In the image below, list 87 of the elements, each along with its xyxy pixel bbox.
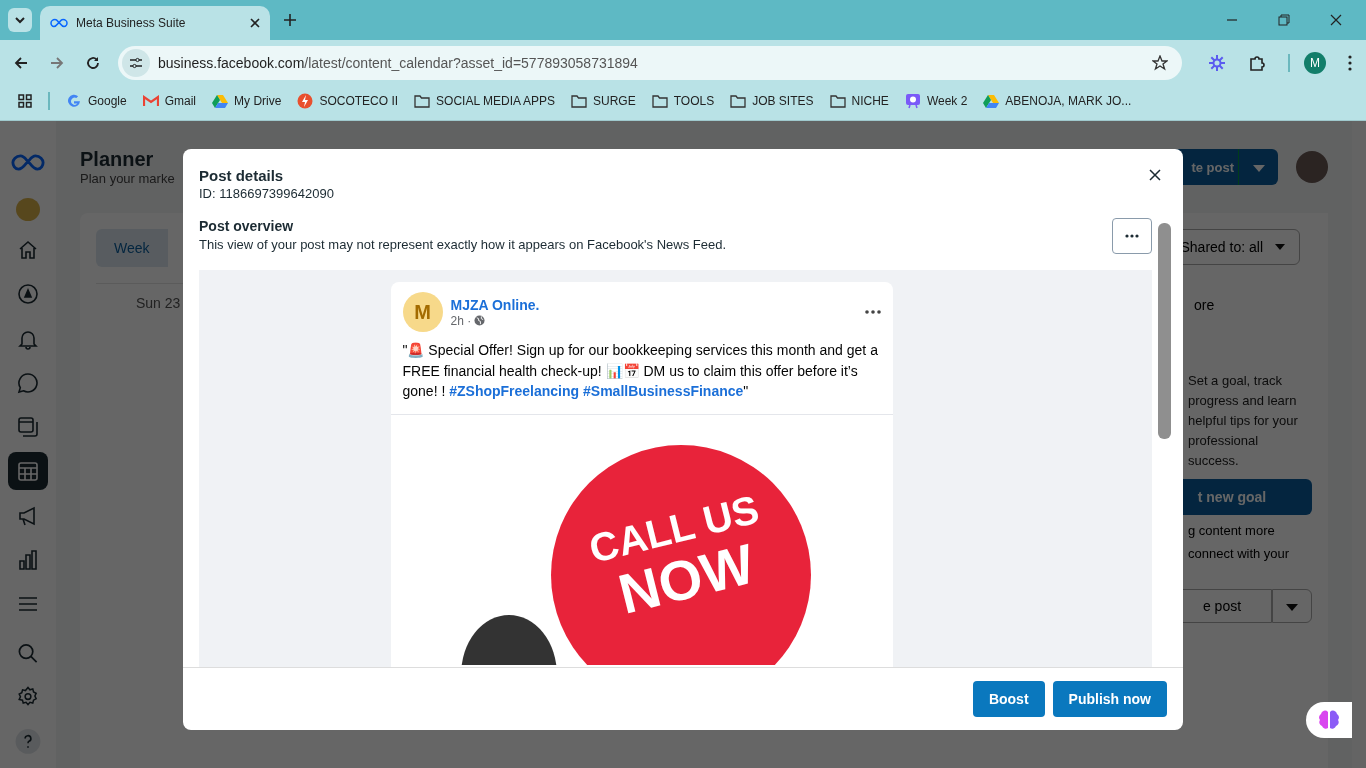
triangle-drive-icon	[983, 94, 1000, 108]
forward-arrow-icon[interactable]	[50, 56, 64, 70]
close-icon[interactable]	[250, 18, 260, 28]
assistant-button[interactable]	[1306, 702, 1352, 738]
folder-icon	[730, 94, 747, 108]
bookmark-link[interactable]: Google	[88, 94, 127, 108]
profile-avatar[interactable]	[1296, 151, 1328, 183]
more-horizontal-icon[interactable]	[864, 310, 881, 314]
settings-icon[interactable]	[17, 686, 39, 708]
presentation-icon	[904, 93, 921, 109]
folder-icon	[414, 94, 431, 108]
folder-icon	[651, 94, 668, 108]
folder-icon	[571, 94, 587, 108]
post-text: "🚨 Special Offer! Sign up for our bookkeeping services this month and get a FREE financial health check-up! 📊📅 DM us to claim this offer before it’s gone! ! #ZShopFreelancing #SmallBusinessFinance"	[390, 340, 893, 415]
site-settings-icon[interactable]	[122, 49, 150, 77]
section-note: This view of your post may not represent exactly how it appears on Facebook's News Feed.	[199, 237, 727, 252]
bookmark-link[interactable]: ABENOJA, MARK JO...	[1005, 94, 1132, 108]
star-icon[interactable]	[1152, 55, 1168, 71]
bar-chart-icon	[17, 548, 39, 571]
url-text: business.facebook.com/latest/content_calendar?asset_id=577893058731894	[158, 55, 638, 71]
bookmark-link[interactable]: TOOLS	[673, 94, 715, 108]
dropdown-button[interactable]	[1272, 589, 1312, 623]
mail-m-icon	[142, 95, 159, 107]
page-avatar: M	[402, 292, 443, 332]
compass-icon	[17, 283, 39, 306]
more-options-button[interactable]	[1112, 218, 1152, 254]
dropdown-button[interactable]	[1238, 149, 1278, 185]
bookmark-link[interactable]: Gmail	[164, 94, 197, 108]
bookmark-link[interactable]: JOB SITES	[752, 94, 814, 108]
puzzle-icon[interactable]	[1248, 54, 1266, 72]
infinity-logo-icon	[50, 17, 68, 29]
section-title: Post overview	[199, 218, 295, 234]
sidebar-nav-button[interactable]	[8, 452, 48, 491]
caret-icon	[1252, 164, 1265, 172]
address-bar[interactable]: business.facebook.com/latest/content_calendar?asset_id=577893058731894	[118, 46, 1182, 80]
hashtag-link[interactable]: #SmallBusinessFinance	[583, 383, 744, 399]
tab-title: Meta Business Suite	[76, 16, 187, 30]
more-horizontal-icon	[1125, 234, 1139, 238]
stacked-pages-icon	[17, 416, 39, 439]
triangle-drive-icon	[212, 94, 229, 108]
more-vertical-icon[interactable]	[1348, 55, 1352, 71]
page-title: Planner	[80, 148, 155, 171]
bookmark-link[interactable]: SURGE	[593, 94, 636, 108]
bolt-circle-icon	[297, 93, 314, 109]
bookmark-link[interactable]: Week 2	[926, 94, 968, 108]
reload-icon[interactable]	[86, 56, 100, 70]
bookmark-link[interactable]: NICHE	[851, 94, 889, 108]
page-name-link[interactable]: MJZA Online.	[450, 296, 540, 313]
search-icon[interactable]	[17, 643, 39, 665]
speech-bubble-icon	[17, 371, 39, 394]
globe-icon	[474, 315, 486, 326]
promo-text: connect with your	[1188, 546, 1291, 561]
more-dropdown[interactable]: ore	[1194, 297, 1215, 313]
calendar-grid-icon	[17, 460, 39, 483]
browser-tab[interactable]: Meta Business Suite	[40, 6, 270, 40]
dialog-title: Post details	[199, 167, 285, 184]
help-icon[interactable]	[15, 729, 41, 755]
back-arrow-icon[interactable]	[14, 56, 28, 70]
day-header: Sun 23	[136, 295, 181, 311]
scroll-thumb[interactable]	[1158, 223, 1171, 439]
close-icon[interactable]	[1330, 14, 1342, 26]
bookmark-link[interactable]: SOCOTECO II	[319, 94, 399, 108]
infinity-logo-icon[interactable]	[11, 153, 45, 173]
caret-icon	[1286, 603, 1298, 611]
home-icon	[17, 239, 39, 262]
caret-icon	[1275, 244, 1285, 250]
post-time: 2h ·	[450, 313, 472, 328]
bookmark-link[interactable]: My Drive	[234, 94, 282, 108]
google-g-icon	[66, 93, 82, 109]
restore-icon[interactable]	[1278, 14, 1290, 26]
tab-search-button[interactable]	[8, 8, 32, 32]
dialog-action-button[interactable]: Publish now	[1052, 681, 1167, 717]
brain-icon	[1318, 710, 1340, 730]
new-tab-icon[interactable]	[284, 14, 296, 26]
profile-avatar[interactable]: M	[1304, 52, 1326, 74]
apps-grid-icon[interactable]	[18, 94, 32, 108]
folder-icon	[829, 94, 846, 108]
hashtag-link[interactable]: #ZShopFreelancing	[449, 383, 580, 399]
close-icon[interactable]	[1149, 169, 1161, 181]
post-id: ID: 1186697399642090	[199, 186, 334, 201]
sparkle-icon[interactable]	[1208, 54, 1226, 72]
dialog-action-button[interactable]: Boost	[972, 681, 1045, 717]
goal-description: Set a goal, track progress and learn helpful tips for your professional success.	[1188, 372, 1299, 470]
promo-text: g content more	[1188, 523, 1276, 538]
page-subtitle: Plan your marke	[80, 171, 175, 186]
chevron-down-icon	[14, 16, 26, 24]
bookmark-link[interactable]: SOCIAL MEDIA APPS	[436, 94, 555, 108]
